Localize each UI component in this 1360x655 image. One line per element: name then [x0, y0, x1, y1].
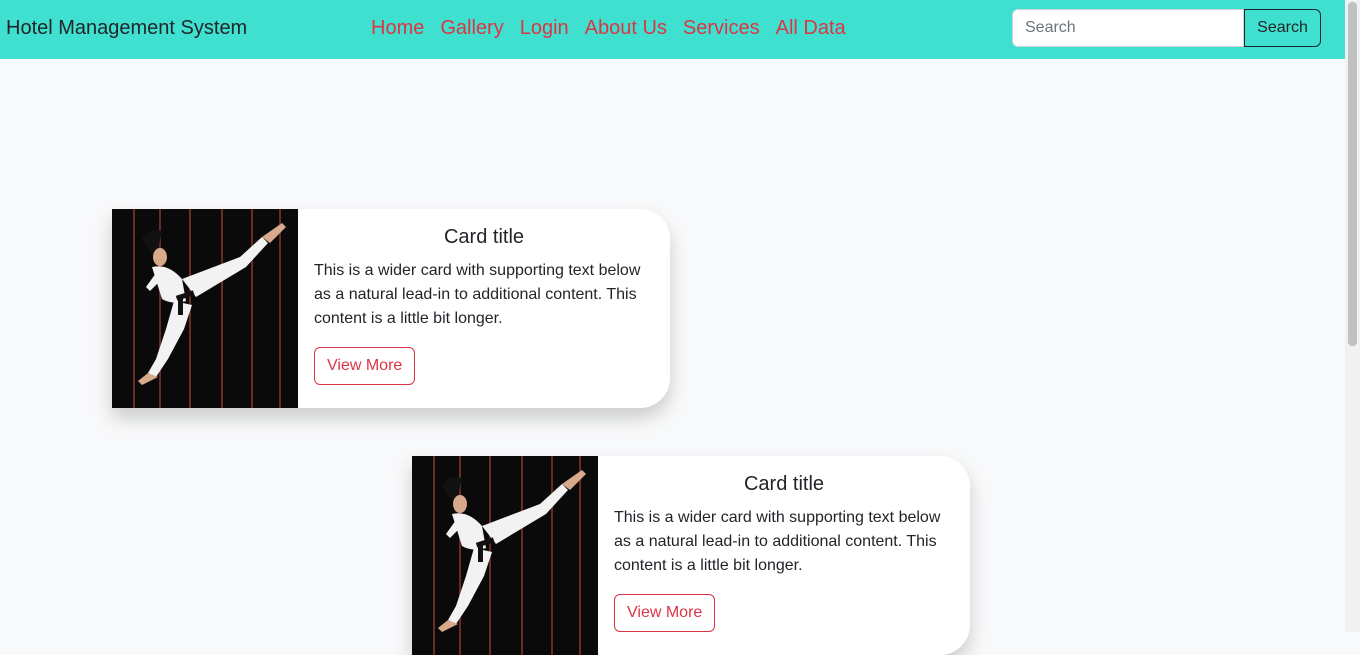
card-text: This is a wider card with supporting tex…	[314, 262, 641, 327]
card-image	[412, 456, 598, 655]
card-title: Card title	[443, 226, 525, 248]
card: Card title This is a wider card with sup…	[112, 209, 670, 408]
card-text: This is a wider card with supporting tex…	[614, 509, 941, 574]
karate-kick-image	[112, 209, 298, 408]
karate-kick-image	[412, 456, 598, 655]
view-more-button[interactable]: View More	[314, 347, 416, 385]
card-body: Card title This is a wider card with sup…	[298, 209, 670, 399]
nav-link-login[interactable]: Login	[512, 15, 577, 41]
card: Card title This is a wider card with sup…	[412, 456, 970, 655]
card-image	[112, 209, 298, 408]
nav-link-about-us[interactable]: About Us	[577, 15, 675, 41]
search-button[interactable]: Search	[1244, 9, 1321, 47]
view-more-button[interactable]: View More	[614, 594, 716, 632]
nav-link-gallery[interactable]: Gallery	[432, 15, 511, 41]
nav-link-all-data[interactable]: All Data	[768, 15, 854, 41]
brand-title[interactable]: Hotel Management System	[6, 16, 247, 40]
navbar: Hotel Management System Home Gallery Log…	[0, 0, 1345, 59]
card-body: Card title This is a wider card with sup…	[598, 456, 970, 646]
nav-links: Home Gallery Login About Us Services All…	[363, 15, 854, 41]
vertical-scrollbar[interactable]	[1345, 0, 1360, 632]
search-input[interactable]	[1012, 9, 1244, 47]
nav-link-home[interactable]: Home	[363, 15, 432, 41]
card-title: Card title	[743, 473, 825, 495]
scrollbar-thumb[interactable]	[1348, 2, 1357, 346]
nav-link-services[interactable]: Services	[675, 15, 768, 41]
